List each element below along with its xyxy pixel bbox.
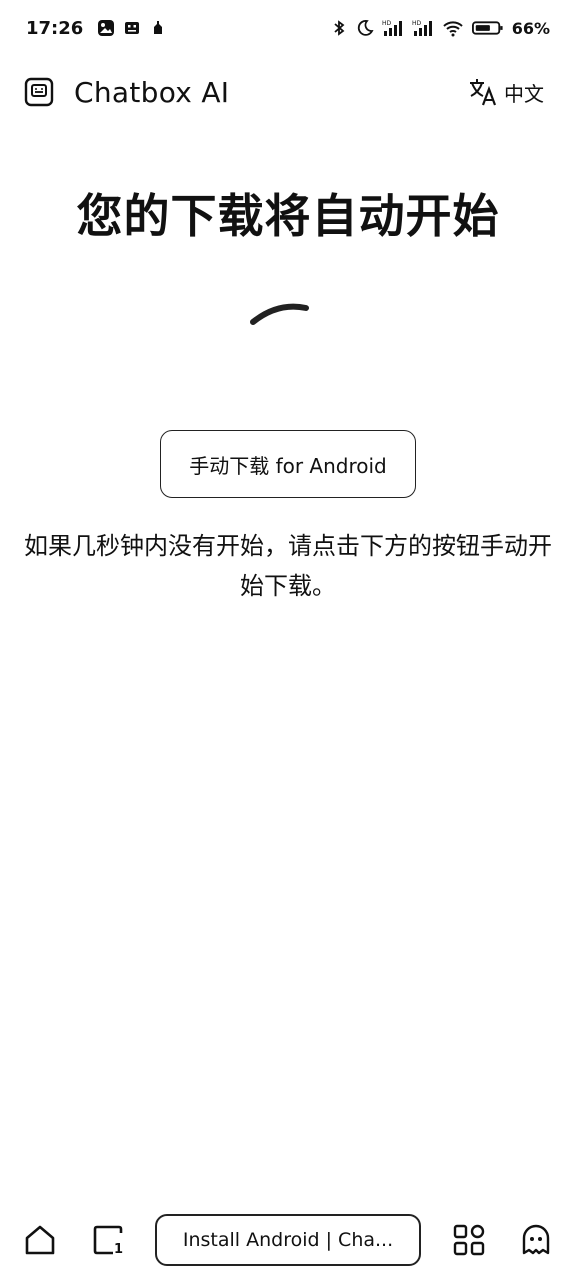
tabs-button[interactable]: 1: [88, 1220, 128, 1260]
apps-icon: [453, 1224, 484, 1256]
wifi-icon: [443, 21, 463, 37]
brand[interactable]: Chatbox AI: [24, 76, 229, 109]
loading-spinner-icon: [250, 303, 309, 325]
svg-text:HD: HD: [412, 20, 422, 27]
language-switch[interactable]: 中文: [468, 77, 544, 107]
home-button[interactable]: [20, 1220, 60, 1260]
profile-button[interactable]: [516, 1220, 556, 1260]
chatbox-logo-icon: [24, 77, 54, 107]
signal-hd-icon: HD: [412, 20, 432, 36]
status-bar: 17:26 HD HD 66%: [0, 0, 576, 56]
status-left: 17:26: [26, 18, 167, 39]
gallery-icon: [98, 20, 115, 36]
battery-icon: [471, 21, 503, 35]
notification-icon: [154, 21, 163, 34]
battery-percent: 66%: [511, 18, 550, 38]
do-not-disturb-icon: [357, 20, 374, 36]
signal-hd-icon: HD: [382, 20, 402, 36]
status-time: 17:26: [26, 17, 84, 39]
status-right: HD HD 66%: [330, 19, 550, 38]
tabs-icon: 1: [93, 1225, 123, 1257]
browser-bottom-bar: 1 Install Android | Cha...: [0, 1200, 576, 1280]
ghost-icon: [522, 1224, 550, 1255]
apps-button[interactable]: [449, 1220, 489, 1260]
svg-text:HD: HD: [382, 20, 392, 27]
robot-icon: [125, 22, 140, 34]
home-icon: [25, 1225, 55, 1255]
bluetooth-icon: [334, 20, 345, 36]
translate-icon: [470, 79, 497, 106]
hint-text: 如果几秒钟内没有开始，请点击下方的按钮手动开始下载。: [24, 532, 552, 600]
app-title: Chatbox AI: [74, 75, 230, 109]
url-bar[interactable]: Install Android | Cha...: [155, 1214, 421, 1266]
language-label: 中文: [504, 81, 544, 106]
header: Chatbox AI 中文: [0, 64, 576, 120]
svg-text:1: 1: [114, 1242, 123, 1257]
page: 17:26 HD HD 66% Chatbox AI 中文 您的下载将自动开始 …: [0, 0, 576, 1280]
manual-download-button[interactable]: 手动下载 for Android: [160, 430, 416, 498]
page-title: 您的下载将自动开始: [76, 189, 500, 243]
